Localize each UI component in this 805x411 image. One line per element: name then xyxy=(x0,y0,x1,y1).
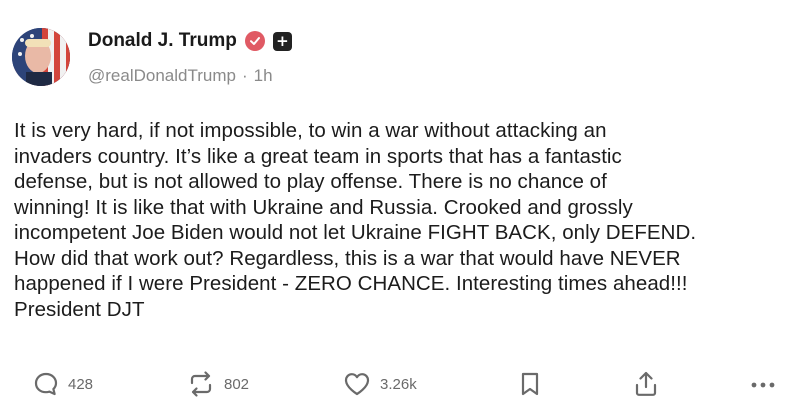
bookmark-icon xyxy=(518,370,542,398)
reply-button[interactable]: 428 xyxy=(32,370,93,398)
plus-icon[interactable]: + xyxy=(272,31,292,51)
author-name-row: Donald J. Trump + xyxy=(88,30,292,52)
post-timestamp[interactable]: 1h xyxy=(254,66,273,86)
post-text: It is very hard, if not impossible, to w… xyxy=(14,119,697,321)
reply-icon xyxy=(32,370,60,398)
more-options-button[interactable] xyxy=(748,370,778,398)
heart-icon xyxy=(342,370,372,398)
meta-separator: · xyxy=(241,66,248,85)
author-handle[interactable]: @realDonaldTrump xyxy=(88,66,236,86)
author-display-name[interactable]: Donald J. Trump xyxy=(88,30,237,52)
post-card: Donald J. Trump + @realDonaldTrump · 1h … xyxy=(0,0,805,411)
verified-check-icon xyxy=(244,31,265,51)
repost-icon xyxy=(186,370,216,398)
like-count: 3.26k xyxy=(380,375,417,393)
share-button[interactable] xyxy=(632,370,660,398)
bookmark-button[interactable] xyxy=(518,370,542,398)
like-button[interactable]: 3.26k xyxy=(342,370,417,398)
action-bar: 428 802 3.26k xyxy=(0,368,805,404)
repost-count: 802 xyxy=(224,375,250,393)
repost-button[interactable]: 802 xyxy=(186,370,249,398)
more-icon xyxy=(748,370,778,398)
share-icon xyxy=(632,370,660,398)
reply-count: 428 xyxy=(68,375,94,393)
avatar[interactable] xyxy=(12,28,70,86)
author-meta: @realDonaldTrump · 1h xyxy=(88,66,273,86)
